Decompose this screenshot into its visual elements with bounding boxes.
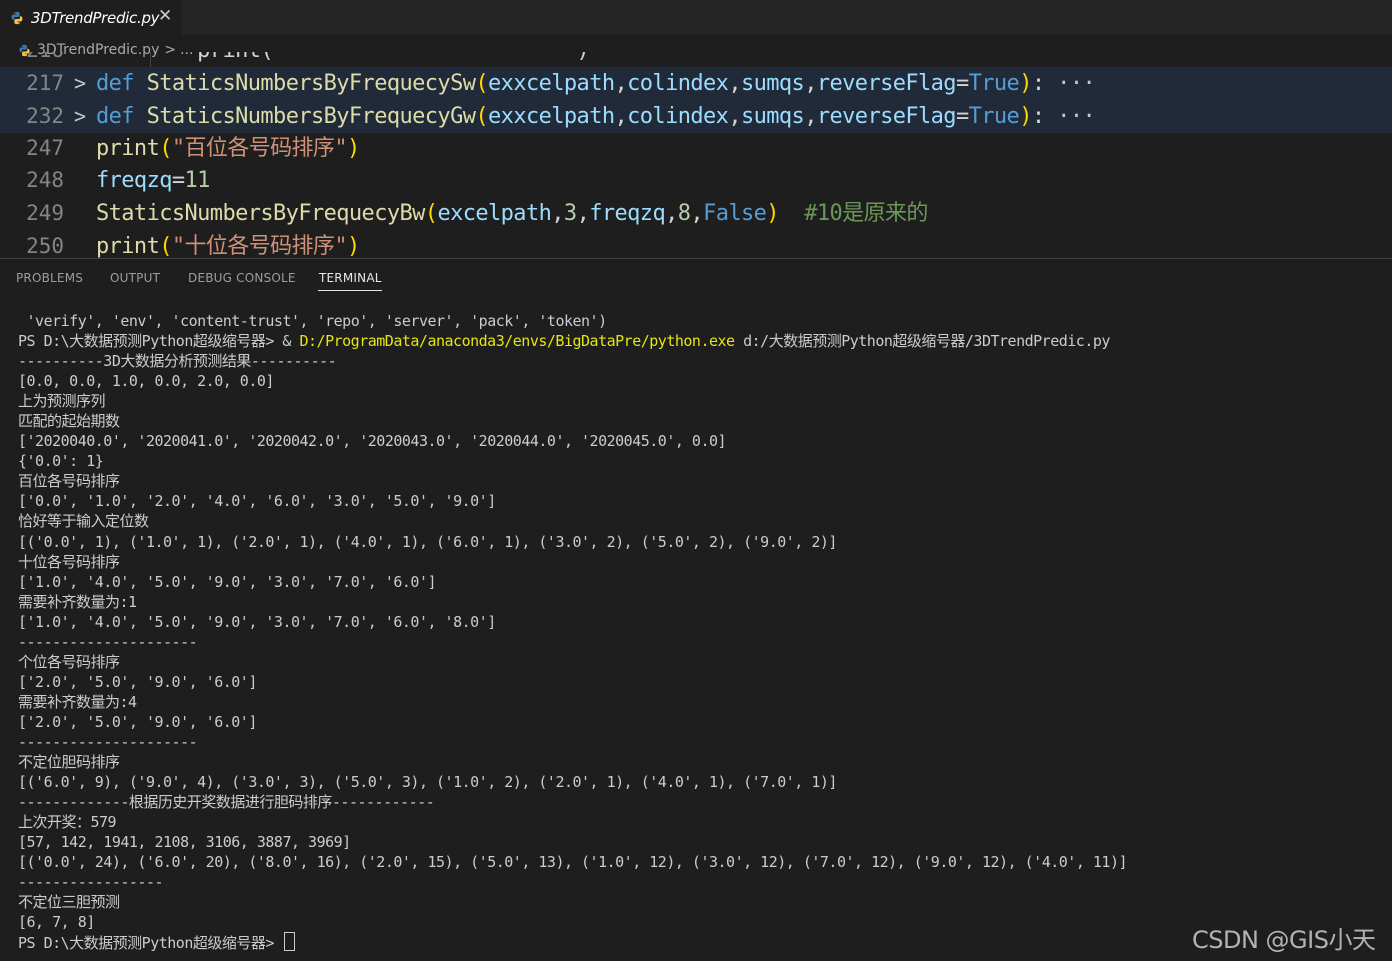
code-line[interactable]: 248 freqzq=11: [0, 164, 1392, 197]
code-line[interactable]: 250 print("十位各号码排序"): [0, 230, 1392, 258]
terminal-line: [0.0, 0.0, 1.0, 0.0, 2.0, 0.0]: [18, 372, 274, 391]
terminal-line: {'0.0': 1}: [18, 452, 104, 471]
code-line[interactable]: 216 print("----------------------"): [0, 52, 1392, 67]
line-number: 232: [26, 104, 64, 128]
python-file-icon: [11, 11, 23, 24]
terminal-line: [6, 7, 8]: [18, 913, 95, 932]
terminal-line: ['0.0', '1.0', '2.0', '4.0', '6.0', '3.0…: [18, 492, 496, 511]
close-icon[interactable]: ✕: [158, 6, 172, 26]
terminal-line: [('6.0', 9), ('9.0', 4), ('3.0', 3), ('5…: [18, 773, 837, 792]
tab-debug-console[interactable]: DEBUG CONSOLE: [188, 271, 296, 285]
watermark: CSDN @GIS小天: [1192, 926, 1376, 954]
code-line[interactable]: 247 print("百位各号码排序"): [0, 132, 1392, 165]
terminal-line: ['1.0', '4.0', '5.0', '9.0', '3.0', '7.0…: [18, 572, 437, 591]
tab-output[interactable]: OUTPUT: [110, 271, 160, 285]
code-text: print("百位各号码排序"): [96, 136, 360, 161]
terminal-line: 需要补齐数量为:4: [18, 692, 137, 711]
code-text: print("----------------------"): [96, 52, 590, 67]
terminal-line: ['2.0', '5.0', '9.0', '6.0']: [18, 712, 257, 731]
terminal-line: 上次开奖：579: [18, 813, 117, 832]
terminal-line: 'verify', 'env', 'content-trust', 'repo'…: [18, 312, 608, 330]
terminal-line: 个位各号码排序: [18, 652, 120, 671]
terminal-line: 不定位胆码排序: [18, 753, 120, 772]
tab-terminal[interactable]: TERMINAL: [319, 271, 382, 285]
line-number: 250: [26, 234, 64, 258]
code-text: StaticsNumbersByFrequecyBw(excelpath,3,f…: [96, 201, 928, 226]
terminal-line: PS D:\大数据预测Python超级缩号器> & D:/ProgramData…: [18, 332, 1110, 351]
panel-tab-bar: PROBLEMS OUTPUT DEBUG CONSOLE TERMINAL: [0, 258, 1392, 297]
active-tab-indicator: [318, 290, 382, 291]
terminal-line: ['2.0', '5.0', '9.0', '6.0']: [18, 672, 257, 691]
editor-tab-bar: 3DTrendPredic.py ✕: [0, 0, 1392, 35]
code-editor[interactable]: 216 print("----------------------") 217 > d…: [0, 52, 1392, 258]
line-number: 216: [0, 52, 64, 67]
code-text: print("十位各号码排序"): [96, 234, 360, 258]
fold-chevron-icon[interactable]: >: [74, 100, 86, 133]
terminal-line: 恰好等于输入定位数: [18, 512, 149, 531]
code-line[interactable]: 217 > def StaticsNumbersByFrequecySw(exxce…: [0, 67, 1392, 100]
line-number: 248: [26, 168, 64, 192]
terminal-line: 百位各号码排序: [18, 472, 120, 491]
terminal-line: ----------3D大数据分析预测结果----------: [18, 352, 337, 371]
terminal-line: 匹配的起始期数: [18, 412, 120, 431]
terminal-line: [57, 142, 1941, 2108, 3106, 3887, 3969]: [18, 833, 351, 852]
terminal-line: ---------------------: [18, 632, 198, 651]
fold-chevron-icon[interactable]: >: [74, 67, 86, 100]
line-number: 247: [26, 136, 64, 160]
code-line[interactable]: 232 > def StaticsNumbersByFrequecyGw(exxce…: [0, 100, 1392, 133]
terminal-line: ['1.0', '4.0', '5.0', '9.0', '3.0', '7.0…: [18, 612, 496, 631]
terminal-line: -----------------: [18, 873, 164, 892]
tab-problems[interactable]: PROBLEMS: [16, 271, 83, 285]
terminal-output[interactable]: 'verify', 'env', 'content-trust', 'repo'…: [18, 311, 1388, 956]
code-text: def StaticsNumbersByFrequecySw(exxcelpat…: [96, 71, 1096, 96]
terminal-line: [('0.0', 24), ('6.0', 20), ('8.0', 16), …: [18, 853, 1128, 872]
line-number: 249: [26, 201, 64, 225]
terminal-line: 不定位三胆预测: [18, 893, 120, 912]
terminal-line: -------------根据历史开奖数据进行胆码排序------------: [18, 793, 435, 812]
terminal-cursor: [284, 932, 296, 952]
terminal-line: [('0.0', 1), ('1.0', 1), ('2.0', 1), ('4…: [18, 532, 837, 551]
tab-title: 3DTrendPredic.py: [31, 8, 160, 27]
terminal-line: ---------------------: [18, 732, 198, 751]
code-text: freqzq=11: [96, 168, 210, 193]
terminal-line: PS D:\大数据预测Python超级缩号器>: [18, 932, 1388, 952]
line-number: 217: [26, 71, 64, 95]
code-line[interactable]: 249 StaticsNumbersByFrequecyBw(excelpath,…: [0, 197, 1392, 230]
terminal-line: 十位各号码排序: [18, 552, 120, 571]
terminal-line: 需要补齐数量为:1: [18, 592, 137, 611]
terminal-line: ['2020040.0', '2020041.0', '2020042.0', …: [18, 432, 727, 451]
tab-3dtrendpredic[interactable]: 3DTrendPredic.py ✕: [0, 0, 182, 35]
code-text: def StaticsNumbersByFrequecyGw(exxcelpat…: [96, 104, 1096, 129]
terminal-line: 上为预测序列: [18, 392, 106, 411]
